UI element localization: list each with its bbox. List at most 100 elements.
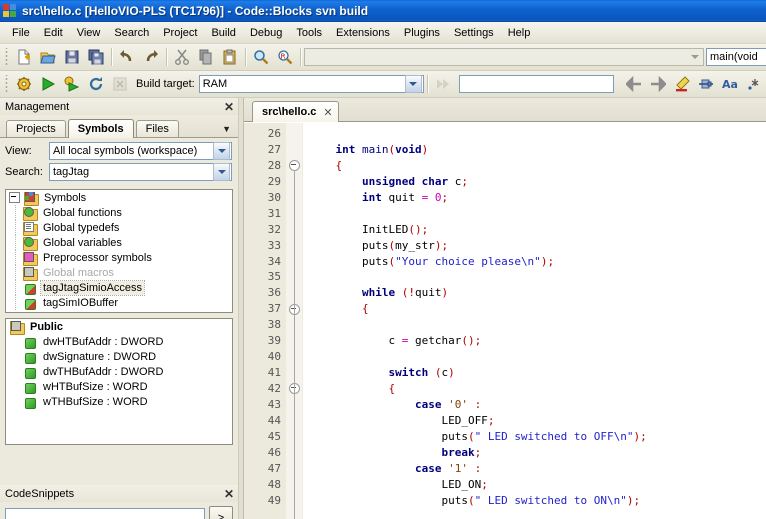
code-line[interactable]: InitLED();	[309, 222, 766, 238]
code-line[interactable]: {	[309, 381, 766, 397]
save-icon[interactable]	[60, 45, 84, 69]
code-line[interactable]	[309, 349, 766, 365]
rebuild-icon[interactable]	[84, 72, 108, 96]
menu-item-build[interactable]: Build	[204, 25, 242, 41]
replace-icon[interactable]: R	[273, 45, 297, 69]
code-line[interactable]: case '0' :	[309, 397, 766, 413]
chevron-down-icon[interactable]	[687, 49, 702, 65]
tab-projects[interactable]: Projects	[6, 120, 66, 137]
code-text[interactable]: int main(void) { unsigned char c; int qu…	[303, 123, 766, 519]
tree-item[interactable]: Global variables	[6, 235, 232, 250]
code-line[interactable]: puts(my_str);	[309, 238, 766, 254]
code-line[interactable]: case '1' :	[309, 461, 766, 477]
chevron-down-icon[interactable]: ▼	[222, 124, 231, 134]
code-line[interactable]: c = getchar();	[309, 333, 766, 349]
tree-item[interactable]: Symbols	[6, 190, 232, 205]
bookmark-icon[interactable]	[694, 72, 718, 96]
menu-item-file[interactable]: File	[5, 25, 37, 41]
menu-item-tools[interactable]: Tools	[289, 25, 329, 41]
menu-item-extensions[interactable]: Extensions	[329, 25, 397, 41]
menu-item-plugins[interactable]: Plugins	[397, 25, 447, 41]
view-combo[interactable]: All local symbols (workspace)	[49, 142, 232, 160]
tree-item[interactable]: wTHBufSize : WORD	[6, 394, 232, 409]
code-line[interactable]: int main(void)	[309, 142, 766, 158]
redo-icon[interactable]	[139, 45, 163, 69]
tab-symbols[interactable]: Symbols	[68, 119, 134, 138]
undo-icon[interactable]	[115, 45, 139, 69]
open-file-icon[interactable]	[36, 45, 60, 69]
tree-item[interactable]: Global typedefs	[6, 220, 232, 235]
code-line[interactable]: LED_ON;	[309, 477, 766, 493]
tree-item[interactable]: dwHTBufAddr : DWORD	[6, 334, 232, 349]
cut-icon[interactable]	[170, 45, 194, 69]
tree-item[interactable]: Public	[6, 319, 232, 334]
tree-item[interactable]: dwTHBufAddr : DWORD	[6, 364, 232, 379]
build-and-run-icon[interactable]	[60, 72, 84, 96]
save-all-icon[interactable]	[84, 45, 108, 69]
close-icon[interactable]: ✕	[224, 489, 234, 499]
menu-item-project[interactable]: Project	[156, 25, 204, 41]
code-line[interactable]: {	[309, 301, 766, 317]
forward-icon[interactable]	[646, 72, 670, 96]
tab-files[interactable]: Files	[136, 120, 179, 137]
codesnippets-panel: CodeSnippets ✕ >	[0, 485, 238, 519]
chevron-down-icon[interactable]	[405, 75, 422, 93]
code-line[interactable]: puts(" LED switched to OFF\n");	[309, 429, 766, 445]
line-number: 40	[244, 349, 281, 365]
code-line[interactable]: puts("Your choice please\n");	[309, 254, 766, 270]
find-icon[interactable]	[249, 45, 273, 69]
menu-item-edit[interactable]: Edit	[37, 25, 70, 41]
codesnippets-search-input[interactable]	[5, 508, 205, 519]
menu-item-debug[interactable]: Debug	[243, 25, 289, 41]
copy-icon[interactable]	[194, 45, 218, 69]
collapse-icon[interactable]	[9, 192, 20, 203]
code-line[interactable]	[309, 317, 766, 333]
toolbar-grip[interactable]	[3, 48, 10, 66]
menu-item-help[interactable]: Help	[501, 25, 538, 41]
symbol-search-combo[interactable]: tagJtag	[49, 163, 232, 181]
toolbar-grip[interactable]	[3, 75, 10, 93]
code-line[interactable]: break;	[309, 445, 766, 461]
build-target-combo[interactable]: RAM	[199, 75, 424, 93]
tree-item[interactable]: Global functions	[6, 205, 232, 220]
code-line[interactable]: puts(" LED switched to ON\n");	[309, 493, 766, 509]
editor-tab-hello-c[interactable]: src\hello.c ✕	[252, 101, 339, 122]
codesnippets-go-button[interactable]: >	[209, 506, 233, 519]
menu-item-search[interactable]: Search	[107, 25, 156, 41]
chevron-down-icon[interactable]	[213, 163, 230, 181]
tree-item[interactable]: dwSignature : DWORD	[6, 349, 232, 364]
tree-item[interactable]: tagJtagSimioAccess	[6, 280, 232, 295]
tree-item[interactable]: Global macros	[6, 265, 232, 280]
fold-margin[interactable]	[286, 123, 303, 519]
menu-item-view[interactable]: View	[70, 25, 108, 41]
symbol-scope-combo[interactable]: main(void	[706, 48, 766, 66]
close-icon[interactable]: ✕	[224, 102, 234, 112]
run-icon[interactable]	[36, 72, 60, 96]
code-line[interactable]: LED_OFF;	[309, 413, 766, 429]
close-icon[interactable]: ✕	[323, 106, 332, 119]
menu-item-settings[interactable]: Settings	[447, 25, 501, 41]
code-completion-combo[interactable]	[304, 48, 704, 66]
code-line[interactable]: {	[309, 158, 766, 174]
tree-item[interactable]: tagSimIOBuffer	[6, 295, 232, 310]
match-case-icon[interactable]: Aa	[718, 72, 742, 96]
debug-search-input[interactable]	[459, 75, 614, 93]
code-line[interactable]: switch (c)	[309, 365, 766, 381]
code-line[interactable]	[309, 206, 766, 222]
symbol-tree[interactable]: SymbolsGlobal functionsGlobal typedefsGl…	[5, 189, 233, 313]
build-icon[interactable]	[12, 72, 36, 96]
code-line[interactable]: unsigned char c;	[309, 174, 766, 190]
back-icon[interactable]	[622, 72, 646, 96]
public-members-tree[interactable]: PublicdwHTBufAddr : DWORDdwSignature : D…	[5, 318, 233, 445]
code-line[interactable]	[309, 126, 766, 142]
tree-item[interactable]: wHTBufSize : WORD	[6, 379, 232, 394]
highlight-icon[interactable]	[670, 72, 694, 96]
tree-item[interactable]: Preprocessor symbols	[6, 250, 232, 265]
regex-icon[interactable]	[742, 72, 766, 96]
chevron-down-icon[interactable]	[213, 142, 230, 160]
new-file-icon[interactable]	[12, 45, 36, 69]
code-line[interactable]: int quit = 0;	[309, 190, 766, 206]
code-line[interactable]	[309, 269, 766, 285]
paste-icon[interactable]	[218, 45, 242, 69]
code-line[interactable]: while (!quit)	[309, 285, 766, 301]
